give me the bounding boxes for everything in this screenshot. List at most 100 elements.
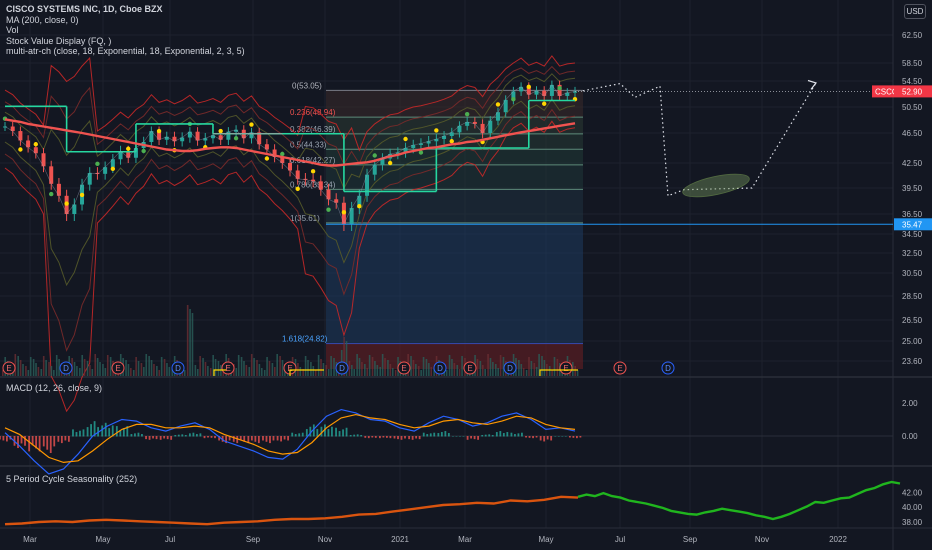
volume-bar (356, 354, 358, 376)
time-tick-label: May (538, 535, 553, 544)
volume-bar (248, 367, 251, 376)
price-tick-label: 28.50 (902, 292, 923, 301)
signal-dot (449, 139, 454, 144)
volume-bar (281, 360, 284, 376)
volume-bar (461, 356, 463, 376)
volume-bar (76, 366, 78, 376)
volume-bar (422, 357, 425, 376)
signal-dot (434, 128, 439, 133)
macd-tick-label: 2.00 (902, 399, 918, 408)
volume-bar (353, 369, 356, 376)
macd-histogram-bar (422, 432, 425, 437)
macd-histogram-bar (495, 432, 498, 437)
macd-histogram-bar (181, 434, 184, 437)
macd-histogram-bar (521, 432, 523, 437)
volume-bar (417, 366, 420, 376)
volume-bar (420, 370, 422, 376)
volume-bar (522, 368, 525, 376)
volume-bar (307, 360, 309, 376)
signal-dot (264, 156, 270, 161)
macd-histogram-bar (152, 436, 154, 439)
price-tick-label: 46.50 (902, 129, 923, 138)
fib-level-label: 0.236(48.94) (290, 108, 336, 117)
volume-bar (530, 361, 533, 376)
signal-dot (141, 148, 146, 154)
macd-histogram-bar (367, 436, 370, 439)
fib-zone (326, 189, 583, 223)
volume-bar (543, 360, 546, 376)
volume-bar (325, 365, 328, 376)
signal-dot (295, 186, 300, 192)
volume-bar (207, 366, 209, 376)
volume-bar (379, 367, 382, 376)
chart-canvas[interactable]: 0(53.05) 0.236(48.94) 0.382(46.39) 0.5(44.3… (0, 0, 932, 550)
macd-histogram-bar (141, 434, 143, 437)
volume-bar (497, 368, 499, 376)
macd-histogram-bar (557, 436, 560, 437)
macd-histogram-bar (397, 436, 399, 440)
macd-histogram-bar (386, 436, 388, 438)
currency-button[interactable]: USD (904, 4, 926, 19)
volume-bar (48, 362, 50, 376)
macd-histogram-bar (517, 433, 520, 437)
macd-histogram-bar (535, 436, 538, 438)
macd-histogram-bar (484, 434, 487, 437)
macd-histogram-bar (82, 429, 85, 437)
macd-histogram-bar (338, 431, 341, 437)
legend-ma: MA (200, close, 0) (6, 14, 79, 25)
macd-histogram-bar (101, 425, 104, 437)
signal-dot (126, 146, 131, 151)
macd-histogram-bar (455, 436, 458, 437)
time-tick-label: Sep (683, 535, 698, 544)
macd-histogram-bar (459, 436, 461, 437)
price-tick-label: 58.50 (902, 59, 923, 68)
volume-bar (204, 362, 207, 376)
macd-histogram-bar (543, 436, 546, 442)
macd-histogram-bar (470, 436, 472, 439)
signal-dot (233, 136, 239, 141)
seasonality-legend: 5 Period Cycle Seasonality (252) (6, 474, 138, 484)
fib-level-label: 0(53.05) (292, 81, 322, 90)
price-tick-label: 50.50 (902, 103, 923, 112)
macd-histogram-bar (262, 436, 264, 441)
volume-bar (381, 354, 384, 376)
volume-bar (458, 369, 461, 376)
volume-bar (42, 356, 45, 376)
volume-bar (263, 370, 266, 376)
macd-histogram-bar (514, 434, 516, 437)
macd-histogram-bar (408, 436, 411, 440)
volume-bar (106, 355, 109, 376)
volume-bar (130, 368, 132, 376)
volume-bar (89, 365, 91, 376)
volume-bar (494, 364, 497, 376)
macd-histogram-bar (159, 436, 162, 440)
macd-histogram-bar (145, 436, 147, 440)
volume-bar (384, 358, 386, 376)
price-tick-label: 34.50 (902, 230, 923, 239)
macd-histogram-bar (364, 436, 367, 438)
volume-bar (55, 355, 58, 376)
volume-bar (368, 355, 371, 376)
volume-bar (271, 363, 274, 376)
macd-histogram-bar (437, 433, 440, 437)
volume-bar (556, 359, 559, 376)
macd-histogram-bar (525, 436, 527, 438)
volume-bar (50, 366, 53, 376)
volume-bar (266, 357, 268, 376)
fib-zone (326, 133, 583, 150)
volume-bar (104, 368, 107, 376)
volume-bar (156, 366, 158, 376)
macd-histogram-bar (411, 436, 414, 440)
signal-dot (79, 192, 85, 198)
time-tick-label: Sep (246, 535, 261, 544)
volume-bar (479, 361, 482, 376)
signal-dot (526, 84, 531, 90)
volume-bar (240, 357, 243, 376)
macd-tick-label: 0.00 (902, 432, 918, 441)
earnings-marker-label: E (563, 364, 568, 373)
volume-bar (518, 360, 520, 376)
macd-histogram-bar (283, 436, 286, 440)
macd-histogram-bar (532, 436, 534, 439)
macd-histogram-bar (371, 436, 374, 438)
macd-histogram-bar (452, 436, 454, 437)
